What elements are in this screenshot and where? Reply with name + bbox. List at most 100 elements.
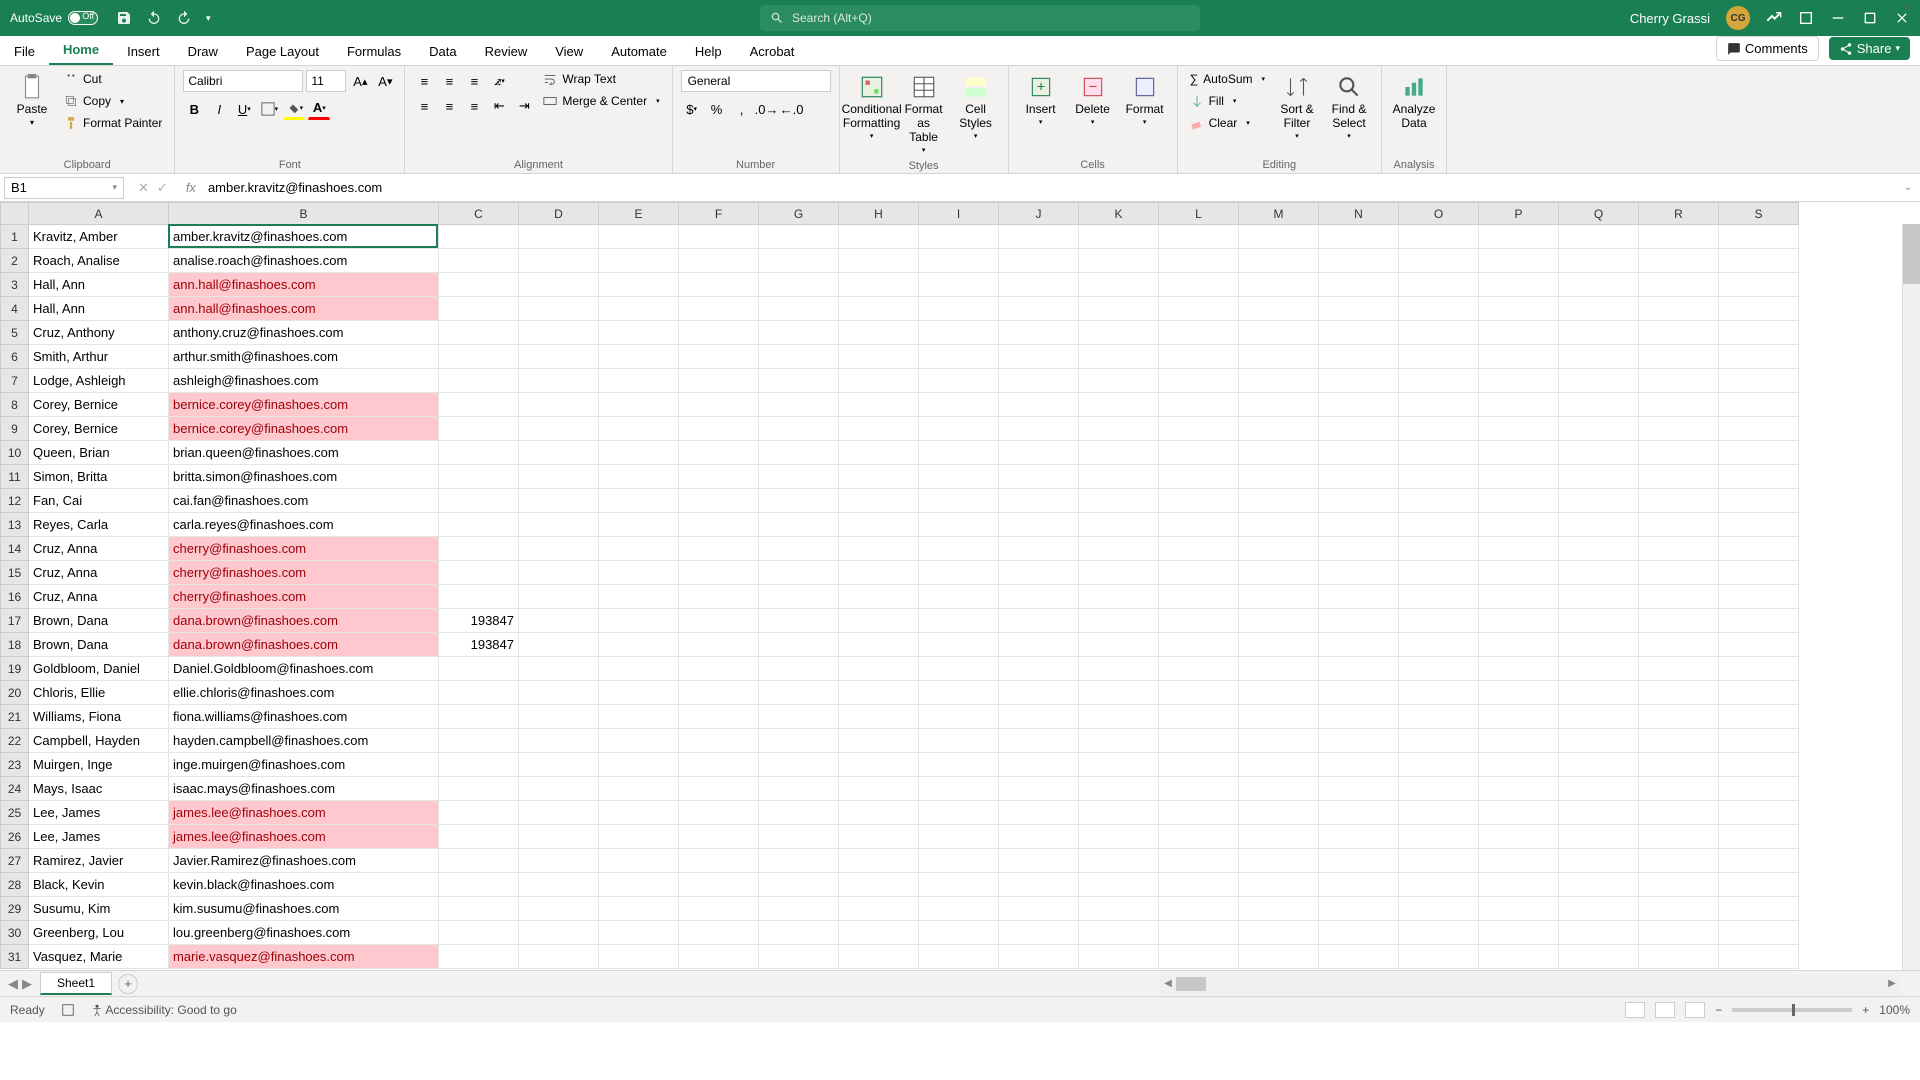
cell[interactable] [839,633,919,657]
cell[interactable] [759,729,839,753]
analyze-data-button[interactable]: Analyze Data [1390,70,1438,134]
cell[interactable] [1399,393,1479,417]
cell[interactable] [439,465,519,489]
cell[interactable] [1239,657,1319,681]
cell[interactable] [1719,849,1799,873]
cell[interactable] [1079,489,1159,513]
cell[interactable]: Lodge, Ashleigh [29,369,169,393]
cell[interactable] [1399,777,1479,801]
cell[interactable] [1479,441,1559,465]
cell[interactable] [1079,657,1159,681]
cell[interactable] [839,297,919,321]
cell[interactable]: Cruz, Anna [29,561,169,585]
cell[interactable] [519,753,599,777]
cell[interactable] [919,777,999,801]
cell[interactable] [1239,249,1319,273]
cell[interactable] [1399,897,1479,921]
cell[interactable] [1479,873,1559,897]
cell[interactable] [919,585,999,609]
cell[interactable] [1159,921,1239,945]
cell[interactable] [1159,273,1239,297]
cell[interactable] [1559,369,1639,393]
cell[interactable] [759,609,839,633]
cell[interactable] [1399,729,1479,753]
row-header[interactable]: 19 [1,657,29,681]
present-icon[interactable] [1766,10,1782,26]
row-header[interactable]: 8 [1,393,29,417]
cell[interactable] [839,705,919,729]
cell[interactable] [759,441,839,465]
cell[interactable] [1319,561,1399,585]
cell[interactable]: isaac.mays@finashoes.com [169,777,439,801]
cell[interactable] [1079,297,1159,321]
cell[interactable] [1559,849,1639,873]
row-header[interactable]: 26 [1,825,29,849]
align-left-icon[interactable]: ≡ [413,95,435,117]
cell[interactable] [999,321,1079,345]
column-header[interactable]: J [999,203,1079,225]
cell[interactable] [599,681,679,705]
cell[interactable] [599,753,679,777]
cell[interactable] [1559,825,1639,849]
column-header[interactable]: G [759,203,839,225]
cell[interactable]: Campbell, Hayden [29,729,169,753]
cell[interactable] [1639,657,1719,681]
row-header[interactable]: 4 [1,297,29,321]
cell[interactable] [439,921,519,945]
row-header[interactable]: 30 [1,921,29,945]
cell[interactable] [1479,321,1559,345]
cell[interactable] [1079,345,1159,369]
cell[interactable] [519,249,599,273]
cell[interactable] [1719,633,1799,657]
cell[interactable] [599,225,679,249]
cell[interactable] [1239,633,1319,657]
cell[interactable] [999,537,1079,561]
format-as-table-button[interactable]: Format as Table▾ [900,70,948,158]
cell[interactable] [1719,369,1799,393]
cell[interactable] [1079,849,1159,873]
fill-color-button[interactable]: ▾ [283,98,305,120]
cell[interactable] [759,633,839,657]
cell[interactable] [1319,873,1399,897]
cell[interactable] [1559,393,1639,417]
column-header[interactable]: S [1719,203,1799,225]
cell[interactable] [919,801,999,825]
cell[interactable] [919,849,999,873]
cell[interactable] [759,873,839,897]
tab-draw[interactable]: Draw [174,38,232,65]
cell[interactable]: britta.simon@finashoes.com [169,465,439,489]
macro-record-icon[interactable] [61,1003,75,1017]
cell[interactable] [1399,369,1479,393]
cell[interactable] [919,417,999,441]
cell[interactable] [1719,729,1799,753]
cell[interactable] [599,537,679,561]
cell[interactable] [1639,753,1719,777]
cell[interactable]: Daniel.Goldbloom@finashoes.com [169,657,439,681]
cell[interactable]: kevin.black@finashoes.com [169,873,439,897]
column-header[interactable]: K [1079,203,1159,225]
cell[interactable] [1719,897,1799,921]
collapse-ribbon-icon[interactable]: ⌃ [1902,4,1912,18]
cell[interactable] [679,921,759,945]
cell[interactable] [1239,225,1319,249]
increase-indent-icon[interactable]: ⇥ [513,95,535,117]
cell[interactable] [1239,729,1319,753]
sheet-tab-sheet1[interactable]: Sheet1 [40,972,112,995]
minimize-icon[interactable] [1830,10,1846,26]
column-header[interactable]: E [599,203,679,225]
cell[interactable] [439,537,519,561]
cell[interactable]: Brown, Dana [29,609,169,633]
cell[interactable] [1159,585,1239,609]
cell[interactable] [1719,273,1799,297]
cell[interactable] [839,489,919,513]
cell[interactable] [679,417,759,441]
cell[interactable] [759,561,839,585]
cell[interactable] [1319,489,1399,513]
cancel-formula-icon[interactable]: ✕ [138,180,149,196]
cell[interactable] [1479,945,1559,969]
cell[interactable] [1559,249,1639,273]
column-header[interactable]: Q [1559,203,1639,225]
cell[interactable] [1239,609,1319,633]
cell[interactable] [1479,225,1559,249]
cell[interactable]: Chloris, Ellie [29,681,169,705]
